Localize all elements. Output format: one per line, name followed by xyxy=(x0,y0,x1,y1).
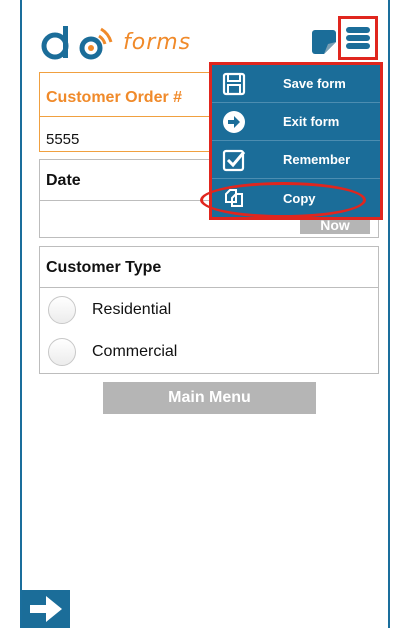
menu-item-copy[interactable]: Copy xyxy=(212,179,380,217)
menu-item-remember[interactable]: Remember xyxy=(212,141,380,179)
save-icon xyxy=(222,72,246,95)
hamburger-icon xyxy=(346,27,370,49)
menu-item-save-form[interactable]: Save form xyxy=(212,65,380,103)
menu-item-label: Save form xyxy=(283,76,346,91)
logo-mark-icon xyxy=(41,26,113,60)
date-label: Date xyxy=(46,172,81,189)
note-icon xyxy=(312,30,336,54)
radio-button[interactable] xyxy=(48,296,76,324)
radio-option-residential[interactable]: Residential xyxy=(48,293,171,327)
radio-label: Commercial xyxy=(92,343,178,360)
arrow-right-icon xyxy=(22,590,70,628)
next-page-button[interactable] xyxy=(22,590,70,628)
radio-label: Residential xyxy=(92,301,172,318)
doforms-logo: forms xyxy=(41,24,211,62)
divider xyxy=(40,287,378,288)
copy-icon xyxy=(225,189,243,207)
main-menu-button[interactable]: Main Menu xyxy=(103,382,316,414)
menu-item-exit-form[interactable]: Exit form xyxy=(212,103,380,141)
customer-order-input[interactable]: 5555 xyxy=(46,131,79,148)
logo-wordmark: forms xyxy=(123,30,192,55)
radio-button[interactable] xyxy=(48,338,76,366)
menu-item-label: Remember xyxy=(283,152,351,167)
radio-option-commercial[interactable]: Commercial xyxy=(48,335,177,369)
notes-button[interactable] xyxy=(310,28,338,56)
menu-item-label: Exit form xyxy=(283,114,340,129)
exit-arrow-icon xyxy=(223,110,245,133)
customer-type-field: Customer Type Residential Commercial xyxy=(39,246,379,374)
checkbox-icon xyxy=(222,149,246,171)
menu-item-label: Copy xyxy=(283,190,316,206)
customer-type-label: Customer Type xyxy=(46,259,162,276)
customer-order-label: Customer Order # xyxy=(46,89,183,106)
menu-button[interactable] xyxy=(338,16,378,60)
form-actions-menu: Save form Exit form Remember Copy xyxy=(209,62,383,220)
